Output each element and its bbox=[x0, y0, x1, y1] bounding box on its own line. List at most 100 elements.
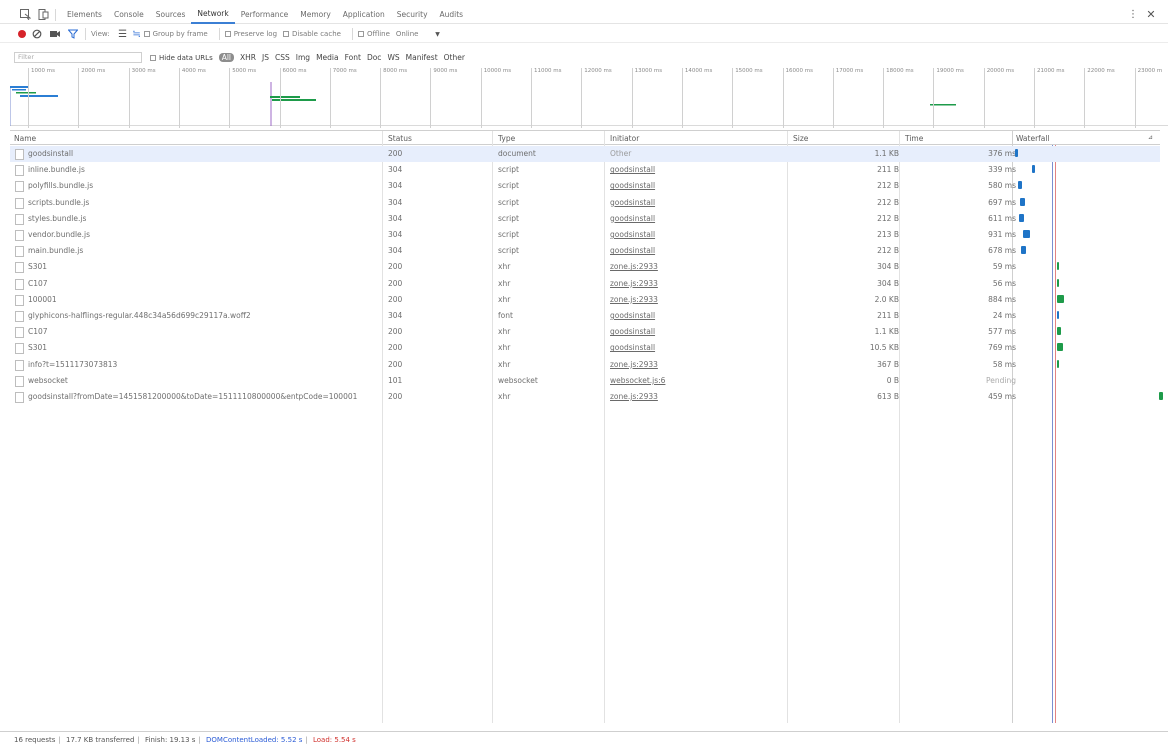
request-size: 304 B bbox=[877, 278, 899, 288]
table-row[interactable]: info?t=1511173073813 200 xhr zone.js:2933 36… bbox=[10, 357, 1160, 373]
request-initiator[interactable]: goodsinstall bbox=[610, 165, 655, 174]
throttling-select[interactable]: Online bbox=[396, 30, 419, 38]
col-name[interactable]: Name bbox=[14, 134, 36, 143]
request-initiator[interactable]: goodsinstall bbox=[610, 343, 655, 352]
table-row[interactable]: C107 200 xhr zone.js:2933 304 B 56 ms bbox=[10, 276, 1160, 292]
table-row[interactable]: S301 200 xhr zone.js:2933 304 B 59 ms bbox=[10, 259, 1160, 275]
filter-type-ws[interactable]: WS bbox=[387, 53, 399, 62]
table-row[interactable]: C107 200 xhr goodsinstall 1.1 KB 577 ms bbox=[10, 324, 1160, 340]
request-name: goodsinstall?fromDate=1451581200000&toDa… bbox=[28, 392, 358, 401]
tab-memory[interactable]: Memory bbox=[294, 7, 337, 23]
filter-icon[interactable] bbox=[66, 27, 80, 41]
request-size: 212 B bbox=[877, 197, 899, 207]
request-time: 678 ms bbox=[988, 246, 1016, 256]
timeline-tick-label: 22000 ms bbox=[1084, 68, 1115, 128]
filter-type-manifest[interactable]: Manifest bbox=[406, 53, 438, 62]
file-icon bbox=[15, 278, 24, 290]
request-initiator[interactable]: zone.js:2933 bbox=[610, 279, 658, 288]
tab-sources[interactable]: Sources bbox=[150, 7, 192, 23]
filter-type-xhr[interactable]: XHR bbox=[240, 53, 256, 62]
tab-performance[interactable]: Performance bbox=[235, 7, 295, 23]
waterfall-bar bbox=[1023, 230, 1030, 238]
request-initiator[interactable]: goodsinstall bbox=[610, 311, 655, 320]
inspect-element-icon[interactable] bbox=[18, 8, 32, 22]
filter-type-img[interactable]: Img bbox=[296, 53, 310, 62]
col-time[interactable]: Time bbox=[905, 134, 923, 143]
disable-cache-checkbox[interactable]: Disable cache bbox=[283, 30, 341, 38]
filter-type-js[interactable]: JS bbox=[262, 53, 269, 62]
filter-type-all[interactable]: All bbox=[218, 53, 235, 62]
clear-icon[interactable] bbox=[30, 27, 44, 41]
filter-type-css[interactable]: CSS bbox=[275, 53, 290, 62]
request-name: S301 bbox=[28, 262, 48, 272]
col-status[interactable]: Status bbox=[388, 134, 412, 143]
request-initiator[interactable]: goodsinstall bbox=[610, 327, 655, 336]
file-icon bbox=[15, 327, 24, 339]
waterfall-bar bbox=[1019, 213, 1024, 222]
hide-data-urls-checkbox[interactable]: Hide data URLs bbox=[150, 54, 213, 62]
table-row[interactable]: glyphicons-halflings-regular.448c34a56d6… bbox=[10, 308, 1160, 324]
filter-type-media[interactable]: Media bbox=[316, 53, 339, 62]
tab-elements[interactable]: Elements bbox=[61, 7, 108, 23]
more-options-icon[interactable]: ⋮ bbox=[1126, 8, 1140, 22]
tab-security[interactable]: Security bbox=[391, 7, 434, 23]
dom-content-loaded-time: DOMContentLoaded: 5.52 s bbox=[206, 736, 303, 744]
filter-type-doc[interactable]: Doc bbox=[367, 53, 382, 62]
request-status: 200 bbox=[388, 262, 403, 272]
filter-type-other[interactable]: Other bbox=[444, 53, 465, 62]
tab-audits[interactable]: Audits bbox=[434, 7, 470, 23]
network-toolbar: View: ☰ ≒ Group by frame Preserve log Di… bbox=[0, 26, 1168, 43]
close-icon[interactable]: ✕ bbox=[1144, 8, 1158, 22]
preserve-log-checkbox[interactable]: Preserve log bbox=[224, 30, 277, 38]
table-row[interactable]: 100001 200 xhr zone.js:2933 2.0 KB 884 ms bbox=[10, 292, 1160, 308]
request-initiator[interactable]: goodsinstall bbox=[610, 198, 655, 207]
chevron-down-icon[interactable]: ▼ bbox=[431, 27, 445, 41]
col-waterfall[interactable]: Waterfall bbox=[1016, 134, 1050, 143]
request-initiator[interactable]: zone.js:2933 bbox=[610, 392, 658, 401]
request-size: 211 B bbox=[877, 311, 899, 320]
table-row[interactable]: styles.bundle.js 304 script goodsinstall 212… bbox=[10, 211, 1160, 227]
tab-application[interactable]: Application bbox=[337, 7, 391, 23]
table-row[interactable]: main.bundle.js 304 script goodsinstall 212 B… bbox=[10, 243, 1160, 259]
filter-input[interactable]: Filter bbox=[14, 52, 142, 63]
request-time: 697 ms bbox=[988, 197, 1016, 207]
request-initiator[interactable]: goodsinstall bbox=[610, 246, 655, 255]
record-button[interactable] bbox=[18, 30, 26, 38]
col-type[interactable]: Type bbox=[498, 134, 515, 143]
offline-checkbox[interactable]: Offline bbox=[357, 30, 390, 38]
sort-icon[interactable]: ⊿ bbox=[1148, 134, 1153, 141]
table-row[interactable]: goodsinstall 200 document Other 1.1 KB 376 ms bbox=[10, 146, 1160, 162]
table-row[interactable]: polyfills.bundle.js 304 script goodsinstall… bbox=[10, 178, 1160, 194]
table-row[interactable]: inline.bundle.js 304 script goodsinstall 211… bbox=[10, 162, 1160, 178]
group-by-frame-checkbox[interactable]: Group by frame bbox=[143, 30, 208, 38]
table-row[interactable]: scripts.bundle.js 304 script goodsinstall 21… bbox=[10, 195, 1160, 211]
request-name: S301 bbox=[28, 343, 48, 353]
table-row[interactable]: vendor.bundle.js 304 script goodsinstall 213… bbox=[10, 227, 1160, 243]
waterfall-bar bbox=[1057, 327, 1062, 336]
table-row[interactable]: websocket 101 websocket websocket.js:6 0 B Pe… bbox=[10, 373, 1160, 389]
request-size: 10.5 KB bbox=[869, 343, 899, 353]
request-initiator[interactable]: goodsinstall bbox=[610, 230, 655, 239]
request-initiator[interactable]: zone.js:2933 bbox=[610, 295, 658, 304]
request-name: 100001 bbox=[28, 294, 57, 304]
overview-timeline[interactable]: 1000 ms 2000 ms 3000 ms 4000 ms 5000 ms 6000 … bbox=[10, 66, 1168, 128]
table-row[interactable]: S301 200 xhr goodsinstall 10.5 KB 769 ms bbox=[10, 340, 1160, 356]
col-size[interactable]: Size bbox=[793, 134, 808, 143]
table-row[interactable]: goodsinstall?fromDate=1451581200000&toDa… bbox=[10, 389, 1163, 405]
request-initiator[interactable]: zone.js:2933 bbox=[610, 360, 658, 369]
request-initiator[interactable]: websocket.js:6 bbox=[610, 376, 665, 385]
large-rows-icon[interactable]: ☰ bbox=[116, 27, 130, 41]
request-initiator[interactable]: goodsinstall bbox=[610, 214, 655, 223]
capture-screenshots-icon[interactable] bbox=[48, 27, 62, 41]
col-initiator[interactable]: Initiator bbox=[610, 134, 639, 143]
tab-console[interactable]: Console bbox=[108, 7, 150, 23]
overview-icon[interactable]: ≒ bbox=[130, 27, 144, 41]
request-name: polyfills.bundle.js bbox=[28, 181, 94, 191]
request-initiator[interactable]: goodsinstall bbox=[610, 181, 655, 190]
tab-network[interactable]: Network bbox=[191, 6, 235, 24]
filter-type-font[interactable]: Font bbox=[345, 53, 361, 62]
file-icon bbox=[15, 213, 24, 225]
request-initiator[interactable]: zone.js:2933 bbox=[610, 262, 658, 271]
device-toolbar-icon[interactable] bbox=[36, 8, 50, 22]
request-type: script bbox=[498, 213, 519, 223]
